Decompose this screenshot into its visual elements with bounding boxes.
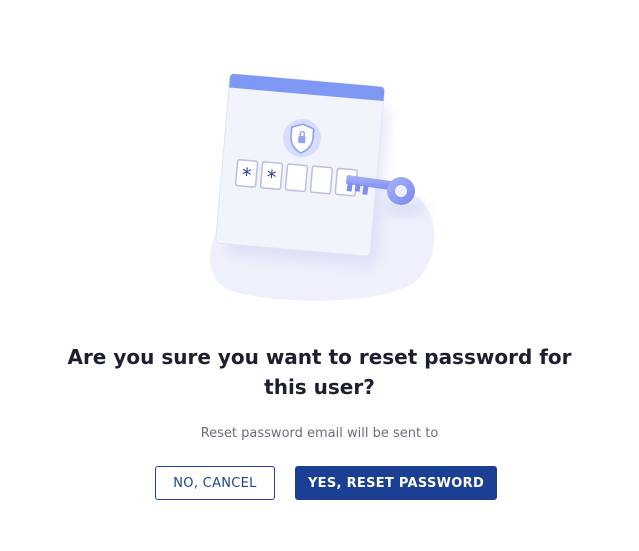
cancel-button[interactable]: NO, CANCEL [155,466,275,500]
browser-window-graphic: * * [215,73,385,257]
dialog-message: Reset password email will be sent to [200,426,439,441]
reset-password-illustration: * * [210,73,435,301]
reset-password-dialog: * * Are you sure you want to reset passw… [0,0,639,551]
password-slot-char: * [241,164,252,187]
reset-password-button[interactable]: YES, RESET PASSWORD [295,466,497,500]
dialog-title: Are you sure you want to reset password … [67,345,572,399]
password-slot-char: * [266,166,277,189]
